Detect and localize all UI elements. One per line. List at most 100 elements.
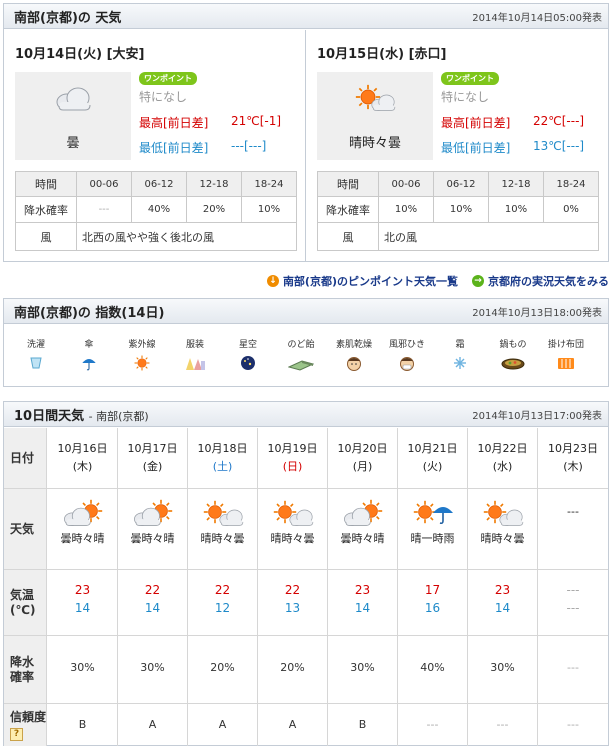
index-item-starry[interactable]: 星空	[226, 337, 270, 371]
low-temp: 14	[144, 601, 161, 615]
index-item-uv[interactable]: 紫外線	[120, 337, 164, 371]
pinpoint-weather-link-text: 南部(京都)のピンポイント天気一覧	[282, 275, 458, 288]
day-of-week: (金)	[142, 460, 163, 473]
day-title: 10月15日(水) [赤口]	[317, 47, 447, 62]
forecast-section: 南部(京都)の 天気 2014年10月14日05:00発表 10月14日(火) …	[3, 3, 609, 262]
day-column-reliability: B	[328, 704, 398, 746]
precip-table: 時間 00-06 06-12 12-18 18-24 降水確率 10% 10% …	[317, 171, 599, 251]
index-item-throat[interactable]: のど飴	[279, 337, 323, 371]
day-of-week: (火)	[422, 460, 443, 473]
help-icon[interactable]: ?	[10, 727, 23, 741]
day-column-precip: 30%	[468, 636, 538, 703]
day-column-weather: 晴時々曇	[188, 489, 258, 569]
index-item-label: 紫外線	[128, 340, 156, 350]
throat-candy-icon	[288, 360, 314, 371]
forecast-date: 10月18日	[197, 442, 248, 455]
day-column-weather: 曇時々晴	[328, 489, 398, 569]
day-column-temp: 22 14	[118, 570, 188, 635]
high-temp: 22	[284, 583, 301, 597]
forecast-header: 南部(京都)の 天気 2014年10月14日05:00発表	[4, 4, 608, 29]
forecast-dow: (月)	[328, 458, 397, 474]
index-item-label: 掛け布団	[547, 340, 584, 350]
weather-label: 曇時々晴	[130, 532, 175, 545]
forecast-date: 10月17日	[127, 442, 178, 455]
index-item-clothing[interactable]: 服装	[173, 337, 217, 371]
date-row: 日付 10月16日 (木) 10月17日 (金) 10月18日 (土) 10月19日 (日) 1…	[4, 428, 608, 488]
weather-icon-box: 晴時々曇	[317, 72, 433, 160]
index-item-futon[interactable]: 掛け布団	[544, 337, 588, 371]
hotpot-icon	[501, 358, 525, 370]
wind-text: 北西の風やや強く後北の風	[76, 222, 297, 251]
high-temp: ---	[566, 583, 580, 597]
index-item-cold[interactable]: 風邪ひき	[385, 337, 429, 371]
forecast-dow: (土)	[188, 458, 257, 474]
arrow-right-icon: →	[472, 275, 484, 287]
precip-prob: 40%	[420, 661, 445, 674]
row-label: 降水 確率	[4, 636, 47, 703]
row-label-line: 気温	[10, 587, 35, 602]
index-item-dry-skin[interactable]: 素肌乾燥	[332, 337, 376, 371]
weather-label: 曇時々晴	[60, 532, 105, 545]
index-item-umbrella[interactable]: 傘	[67, 337, 111, 371]
sunny-rain-icon	[412, 500, 454, 525]
ten-day-title: 10日間天気 - 南部(京都)	[14, 405, 149, 424]
day-column-date: 10月23日 (木)	[538, 428, 608, 488]
day-column-weather: 晴時々曇	[258, 489, 328, 569]
weather-row: 天気 曇時々晴 曇時々晴 晴時々曇 晴時々曇 曇時々晴 晴一時雨 晴時々曇 ---	[4, 488, 608, 569]
index-item-frost[interactable]: 霜	[438, 337, 482, 371]
day-column-date: 10月20日 (月)	[328, 428, 398, 488]
sunny-cloudy-icon	[202, 500, 243, 526]
day-column-precip: ---	[538, 636, 608, 703]
reliability-row: 信頼度 ? B A A A B --- --- ---	[4, 703, 608, 746]
pinpoint-weather-link[interactable]: ↓ 南部(京都)のピンポイント天気一覧	[266, 273, 458, 289]
ten-day-title-text: 10日間天気	[14, 408, 85, 424]
precip-value: 10%	[378, 196, 434, 223]
index-item-label: のど飴	[287, 340, 315, 350]
index-item-label: 服装	[185, 340, 204, 350]
forecast-date: 10月22日	[477, 442, 528, 455]
weather-icon-box: 曇	[15, 72, 131, 160]
day-column-precip: 30%	[48, 636, 118, 703]
ten-day-section: 10日間天気 - 南部(京都) 2014年10月13日17:00発表 日付 10…	[3, 401, 609, 746]
ten-day-subtitle: - 南部(京都)	[88, 409, 149, 423]
high-temp: 23	[354, 583, 371, 597]
weather-label: 曇時々晴	[340, 532, 385, 545]
actual-weather-link[interactable]: → 京都府の実況天気をみる	[472, 273, 609, 289]
index-item-label: 霜	[455, 340, 465, 350]
actual-weather-link-text: 京都府の実況天気をみる	[488, 275, 609, 288]
index-item-laundry[interactable]: 洗濯	[14, 337, 58, 371]
weather-label: 晴時々曇	[270, 532, 315, 545]
forecast-dow: (木)	[48, 458, 117, 474]
forecast-title: 南部(京都)の 天気	[14, 10, 122, 26]
reliability-grade: ---	[496, 718, 509, 731]
high-temp: 23	[74, 583, 91, 597]
precip-table: 時間 00-06 06-12 12-18 18-24 降水確率 --- 40% …	[15, 171, 297, 251]
day-column-weather: 晴一時雨	[398, 489, 468, 569]
low-temp-label: 最低[前日差]	[139, 141, 209, 155]
index-item-hotpot[interactable]: 鍋もの	[491, 337, 535, 371]
reliability-grade: ---	[426, 718, 439, 731]
day-title: 10月14日(火) [大安]	[15, 47, 145, 62]
high-temp: 23	[494, 583, 511, 597]
day-column-temp: 17 16	[398, 570, 468, 635]
row-label: 気温 (℃)	[4, 570, 47, 635]
low-temp-label: 最低[前日差]	[441, 141, 511, 155]
arrow-down-icon: ↓	[266, 275, 279, 287]
day-column-date: 10月16日 (木)	[48, 428, 118, 488]
day-column-precip: 20%	[258, 636, 328, 703]
day-of-week: (木)	[563, 460, 583, 473]
weather-label: 晴時々曇	[348, 136, 401, 151]
low-temp-value: ---[---]	[231, 139, 267, 153]
sunny-cloudy-icon	[482, 500, 523, 526]
precip-value: 10%	[488, 196, 544, 223]
wind-label: 風	[317, 222, 379, 251]
cloudy-sunny-icon	[133, 499, 173, 526]
low-temp-value: 13℃[---]	[533, 139, 585, 153]
weather-label: 曇	[66, 136, 80, 151]
related-links: ↓ 南部(京都)のピンポイント天気一覧 → 京都府の実況天気をみる	[266, 273, 609, 289]
day-column-temp: 23 14	[48, 570, 118, 635]
day-column-temp: 23 14	[468, 570, 538, 635]
low-temp: 12	[214, 601, 231, 615]
day-column-reliability: A	[118, 704, 188, 746]
precip-header-slot: 06-12	[131, 171, 187, 197]
